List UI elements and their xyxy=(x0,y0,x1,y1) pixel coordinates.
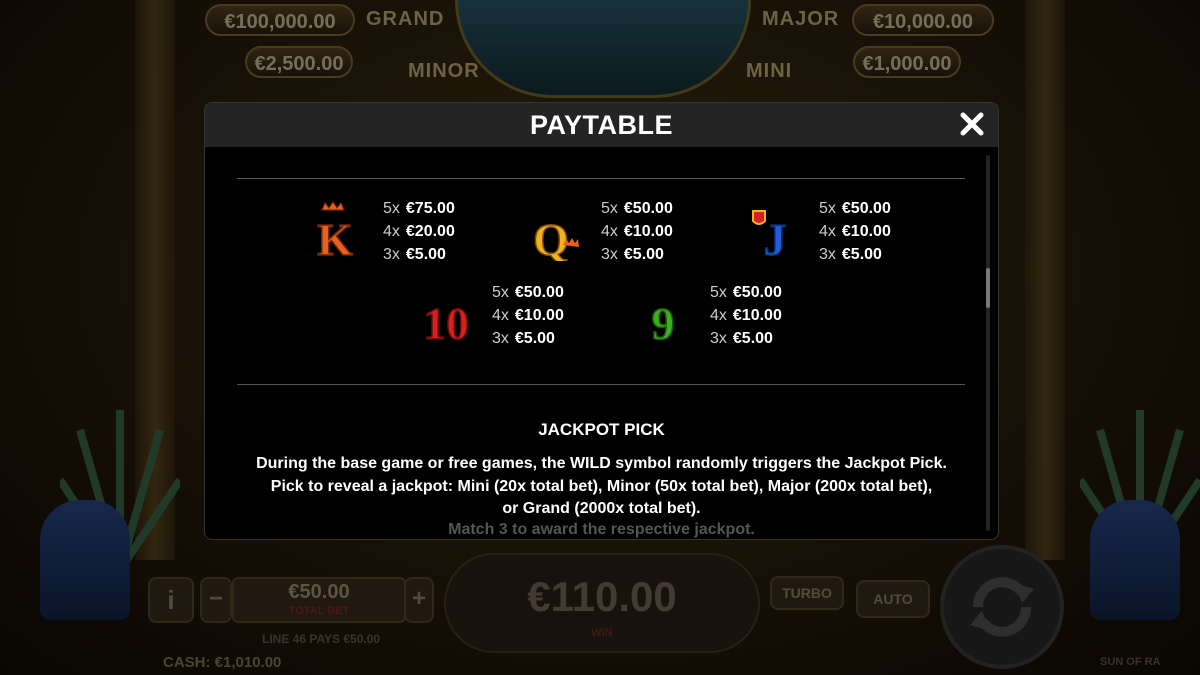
payout-row: 5x €50.00 xyxy=(601,200,673,217)
jackpot-pick-note-faded: Match 3 to award the respective jackpot. xyxy=(448,521,755,538)
paytable-9: 5x €50.00 4x €10.00 3x €5.00 xyxy=(710,281,782,350)
divider xyxy=(237,384,965,385)
svg-text:Q: Q xyxy=(533,214,569,261)
jackpot-pick-description: During the base game or free games, the … xyxy=(256,455,947,517)
payout-row: 4x €10.00 xyxy=(710,307,782,324)
payout-row: 4x €10.00 xyxy=(492,307,564,324)
payout-row: 3x €5.00 xyxy=(383,246,446,263)
svg-text:9: 9 xyxy=(652,298,675,345)
close-icon[interactable] xyxy=(957,109,987,139)
payout-row: 4x €20.00 xyxy=(383,223,455,240)
paytable-q: 5x €50.00 4x €10.00 3x €5.00 xyxy=(601,197,673,266)
payout-row: 5x €50.00 xyxy=(710,284,782,301)
svg-text:J: J xyxy=(764,214,787,261)
payout-row: 4x €10.00 xyxy=(601,223,673,240)
payout-row: 5x €50.00 xyxy=(492,284,564,301)
dialog-title: PAYTABLE xyxy=(529,110,674,140)
svg-text:K: K xyxy=(317,214,353,261)
payout-row: 5x €75.00 xyxy=(383,200,455,217)
queen-card-icon: Q xyxy=(523,201,583,266)
dialog-header: PAYTABLE xyxy=(205,103,998,147)
jackpot-pick-heading: JACKPOT PICK xyxy=(538,420,665,439)
payout-row: 3x €5.00 xyxy=(492,330,555,347)
payout-row: 3x €5.00 xyxy=(601,246,664,263)
payout-row: 5x €50.00 xyxy=(819,200,891,217)
paytable-j: 5x €50.00 4x €10.00 3x €5.00 xyxy=(819,197,891,266)
king-card-icon: K xyxy=(305,201,365,266)
paytable-10: 5x €50.00 4x €10.00 3x €5.00 xyxy=(492,281,564,350)
payout-row: 3x €5.00 xyxy=(819,246,882,263)
nine-card-icon: 9 xyxy=(633,285,693,350)
payout-row: 3x €5.00 xyxy=(710,330,773,347)
scrollbar-track[interactable] xyxy=(986,155,990,531)
divider xyxy=(237,178,965,179)
payout-row: 4x €10.00 xyxy=(819,223,891,240)
ten-card-icon: 10 xyxy=(413,285,473,350)
jack-card-icon: J xyxy=(741,201,801,266)
scrollbar-thumb[interactable] xyxy=(986,268,990,308)
svg-text:10: 10 xyxy=(423,298,469,345)
paytable-k: 5x €75.00 4x €20.00 3x €5.00 xyxy=(383,197,455,266)
paytable-dialog: PAYTABLE K 5x €75.00 4x €20.00 3x €5.00 Q xyxy=(204,102,999,540)
